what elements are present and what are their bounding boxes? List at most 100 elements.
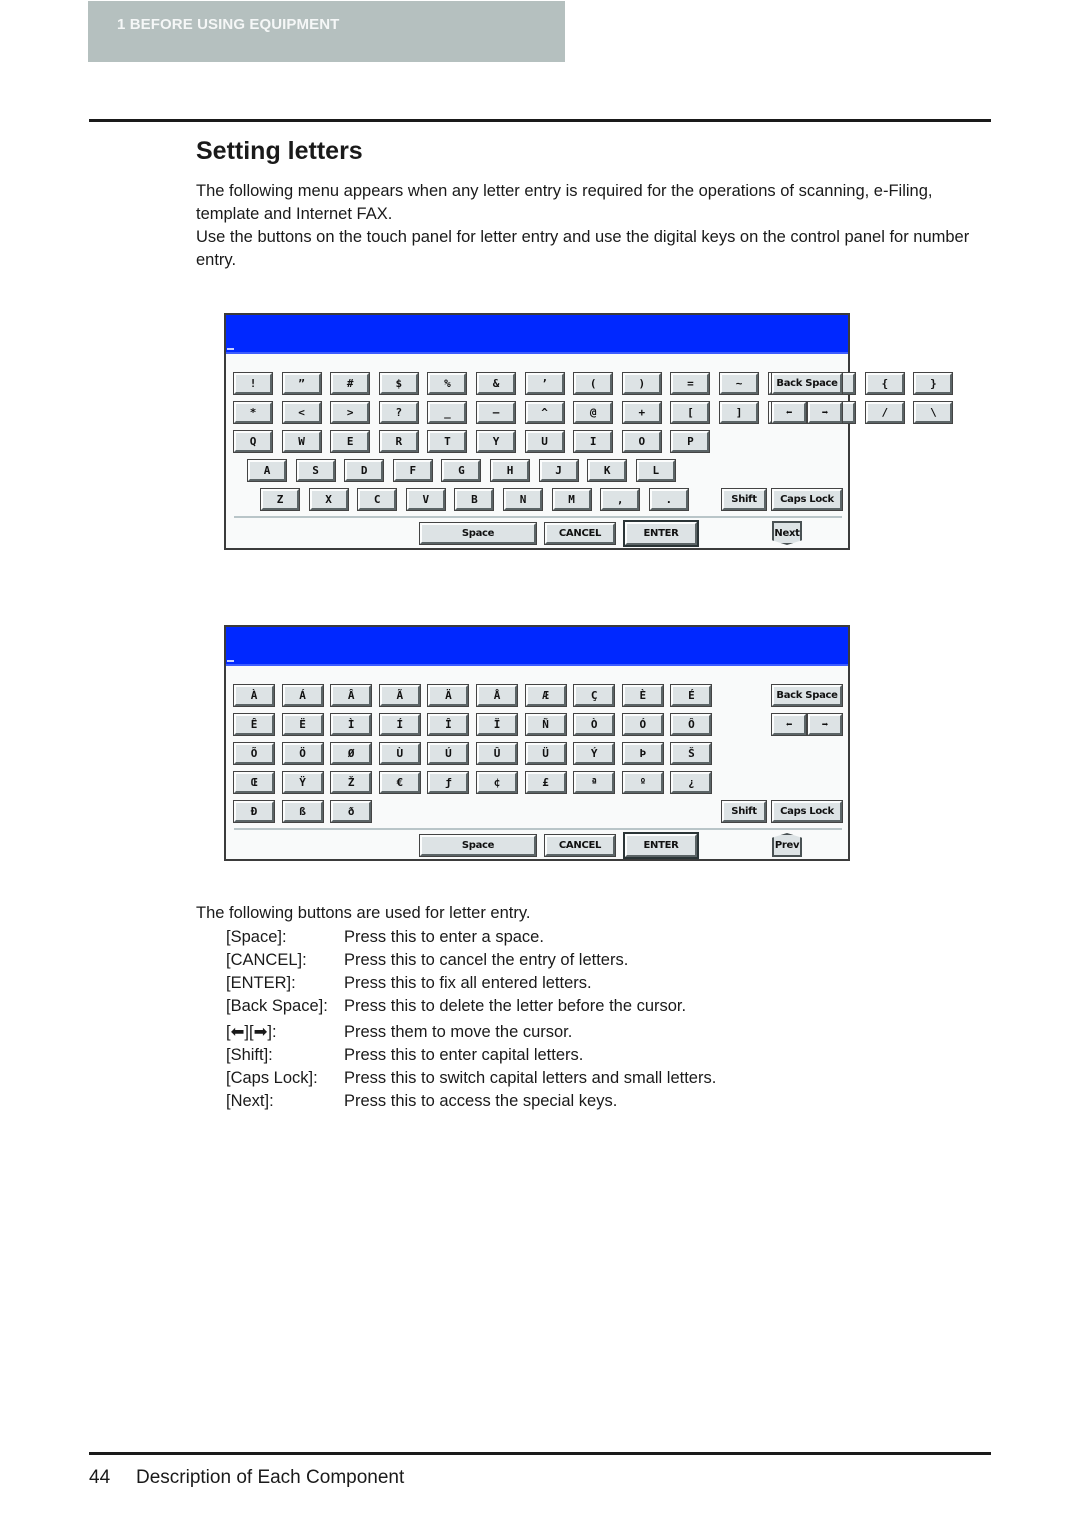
key-4-6[interactable]: M (551, 488, 592, 511)
key-4-0[interactable]: Z (260, 488, 300, 511)
key-2-8[interactable]: Þ (621, 742, 664, 765)
cancel-button[interactable]: CANCEL (544, 834, 616, 857)
prev-page-button[interactable]: Prev (772, 833, 802, 857)
key-4-1[interactable]: ß (281, 800, 324, 823)
key-2-7[interactable]: I (573, 430, 614, 453)
key-1-0[interactable]: Ê (233, 713, 275, 736)
key-0-1[interactable]: ” (281, 372, 322, 395)
cursor-right-button[interactable]: ➡ (807, 401, 843, 424)
key-2-8[interactable]: O (621, 430, 662, 453)
key-0-9[interactable]: É (670, 684, 713, 707)
key-1-9[interactable]: Ô (670, 713, 713, 736)
key-2-2[interactable]: Ø (330, 742, 373, 765)
key-3-1[interactable]: S (295, 459, 336, 482)
key-1-1[interactable]: < (281, 401, 322, 424)
back-space-button[interactable]: Back Space (771, 684, 843, 707)
key-1-7[interactable]: @ (573, 401, 614, 424)
key-1-7[interactable]: Ò (573, 713, 616, 736)
key-0-2[interactable]: # (330, 372, 371, 395)
key-3-0[interactable]: A (247, 459, 287, 482)
key-4-7[interactable]: , (600, 488, 641, 511)
key-0-6[interactable]: ’ (524, 372, 565, 395)
key-1-13[interactable]: / (864, 401, 905, 424)
key-1-0[interactable]: * (233, 401, 273, 424)
key-3-4[interactable]: G (441, 459, 482, 482)
key-0-1[interactable]: Á (281, 684, 324, 707)
key-0-8[interactable]: ) (621, 372, 662, 395)
key-4-2[interactable]: C (357, 488, 398, 511)
key-4-3[interactable]: V (405, 488, 446, 511)
key-1-6[interactable]: ^ (524, 401, 565, 424)
key-0-13[interactable]: { (864, 372, 905, 395)
key-0-10[interactable]: ~ (719, 372, 759, 395)
key-3-7[interactable]: ª (573, 771, 616, 794)
key-2-9[interactable]: Š (670, 742, 713, 765)
key-1-4[interactable]: Î (427, 713, 470, 736)
key-1-8[interactable]: Ó (621, 713, 664, 736)
key-0-14[interactable]: } (913, 372, 954, 395)
key-3-8[interactable]: L (635, 459, 676, 482)
key-1-10[interactable]: ] (719, 401, 759, 424)
key-4-0[interactable]: Ð (233, 800, 275, 823)
key-0-7[interactable]: Ç (573, 684, 616, 707)
key-1-14[interactable]: \ (913, 401, 954, 424)
key-2-1[interactable]: Ö (281, 742, 324, 765)
key-3-9[interactable]: ¿ (670, 771, 713, 794)
key-3-4[interactable]: ƒ (427, 771, 470, 794)
key-2-5[interactable]: Y (476, 430, 516, 453)
key-2-3[interactable]: R (378, 430, 419, 453)
key-3-2[interactable]: D (344, 459, 385, 482)
key-4-4[interactable]: B (454, 488, 495, 511)
text-input-display[interactable] (226, 315, 848, 354)
cursor-left-button[interactable]: ⬅ (771, 713, 807, 736)
key-2-9[interactable]: P (670, 430, 711, 453)
key-1-4[interactable]: _ (427, 401, 468, 424)
key-3-3[interactable]: € (378, 771, 421, 794)
space-button[interactable]: Space (419, 834, 537, 857)
text-input-display[interactable] (226, 627, 848, 666)
cancel-button[interactable]: CANCEL (544, 522, 616, 545)
key-0-3[interactable]: Ã (378, 684, 421, 707)
key-1-5[interactable]: Ï (476, 713, 518, 736)
key-2-0[interactable]: Õ (233, 742, 275, 765)
key-0-6[interactable]: Æ (524, 684, 567, 707)
key-1-8[interactable]: + (621, 401, 662, 424)
back-space-button[interactable]: Back Space (771, 372, 843, 395)
key-2-3[interactable]: Ù (378, 742, 421, 765)
key-2-6[interactable]: U (524, 430, 565, 453)
key-2-1[interactable]: W (281, 430, 322, 453)
key-0-5[interactable]: & (476, 372, 516, 395)
key-1-3[interactable]: ? (378, 401, 419, 424)
key-1-1[interactable]: Ë (281, 713, 324, 736)
key-2-2[interactable]: E (330, 430, 371, 453)
shift-button[interactable]: Shift (721, 800, 767, 823)
key-0-5[interactable]: Å (476, 684, 518, 707)
cursor-right-button[interactable]: ➡ (807, 713, 843, 736)
key-3-0[interactable]: Œ (233, 771, 275, 794)
key-3-7[interactable]: K (587, 459, 628, 482)
key-3-6[interactable]: £ (524, 771, 567, 794)
key-2-4[interactable]: Ú (427, 742, 470, 765)
key-3-1[interactable]: Ÿ (281, 771, 324, 794)
key-4-2[interactable]: ð (330, 800, 373, 823)
key-0-3[interactable]: $ (378, 372, 419, 395)
key-0-4[interactable]: Ä (427, 684, 470, 707)
key-0-2[interactable]: Â (330, 684, 373, 707)
key-4-8[interactable]: . (648, 488, 689, 511)
key-1-6[interactable]: Ñ (524, 713, 567, 736)
shift-button[interactable]: Shift (721, 488, 767, 511)
key-2-6[interactable]: Ü (524, 742, 567, 765)
key-3-5[interactable]: H (490, 459, 530, 482)
next-page-button[interactable]: Next (772, 521, 802, 545)
key-0-0[interactable]: À (233, 684, 275, 707)
key-2-7[interactable]: Ý (573, 742, 616, 765)
key-0-9[interactable]: = (670, 372, 711, 395)
key-0-8[interactable]: È (621, 684, 664, 707)
enter-button[interactable]: ENTER (623, 520, 699, 547)
key-1-2[interactable]: > (330, 401, 371, 424)
key-2-5[interactable]: Û (476, 742, 518, 765)
key-3-2[interactable]: Ž (330, 771, 373, 794)
key-4-5[interactable]: N (503, 488, 543, 511)
caps-lock-button[interactable]: Caps Lock (771, 800, 843, 823)
key-3-5[interactable]: ¢ (476, 771, 518, 794)
